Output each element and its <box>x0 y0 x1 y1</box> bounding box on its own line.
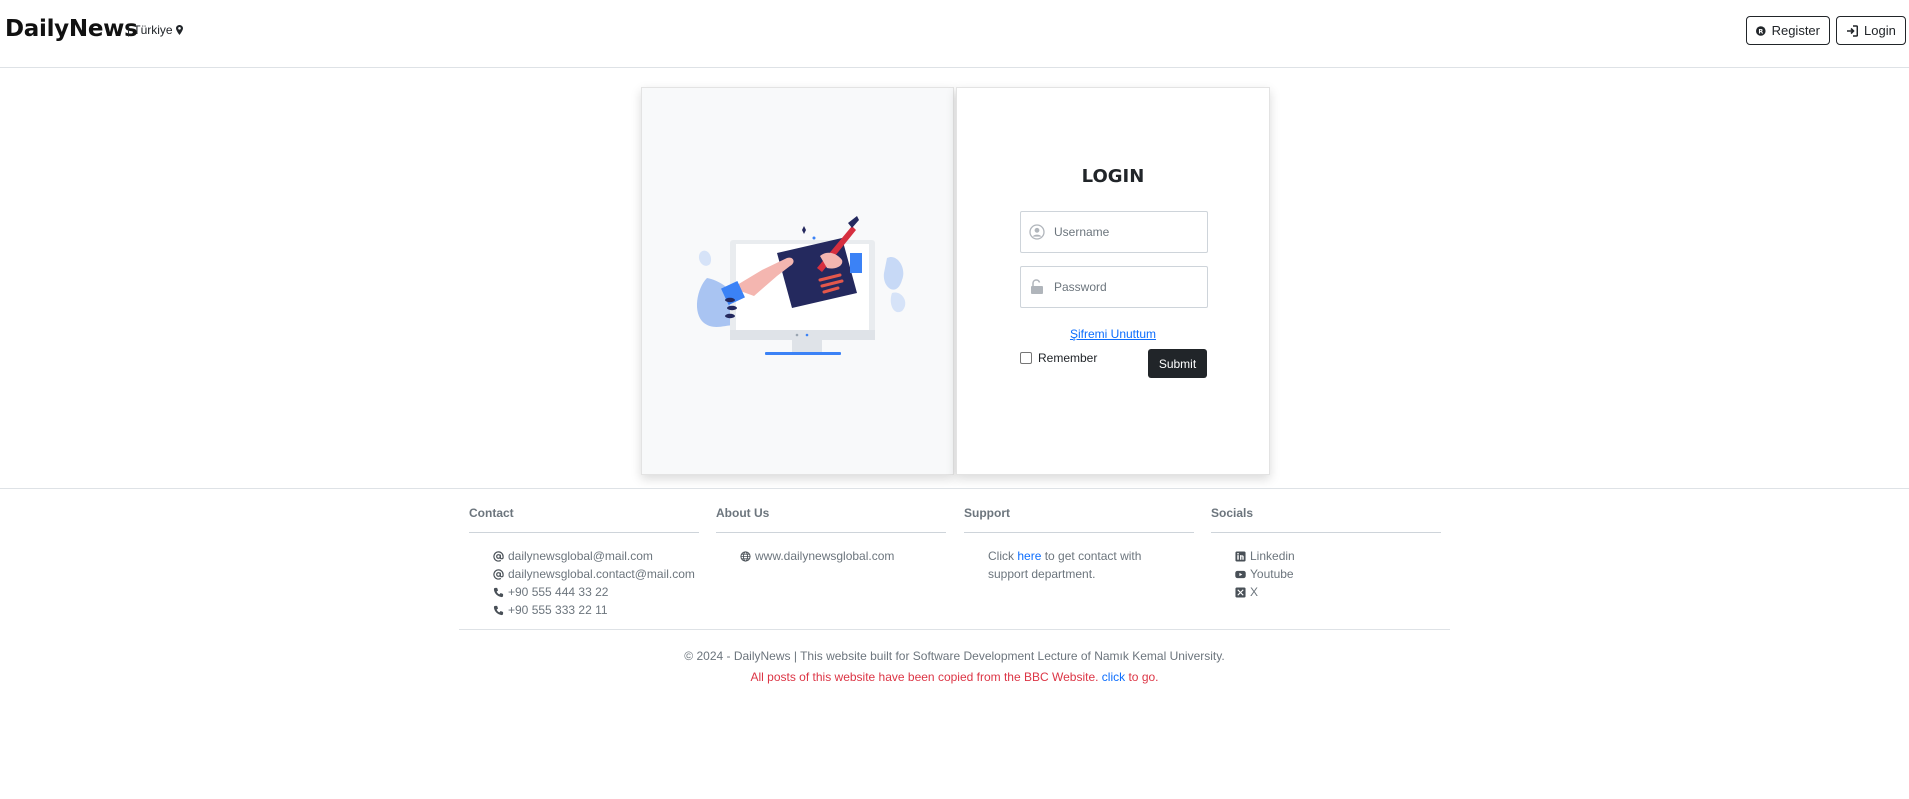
contact-email[interactable]: dailynewsglobal.contact@mail.com <box>508 565 695 583</box>
username-field[interactable] <box>1020 211 1208 253</box>
illustration-card <box>641 87 954 475</box>
social-youtube-item[interactable]: Youtube <box>1235 565 1441 583</box>
at-icon <box>493 550 504 562</box>
contact-email[interactable]: dailynewsglobal@mail.com <box>508 547 653 565</box>
about-heading: About Us <box>716 506 946 533</box>
footer-socials: Socials Linkedin Youtube X <box>1211 506 1441 601</box>
footer-contact: Contact dailynewsglobal@mail.com dailyne… <box>469 506 699 619</box>
phone-icon <box>493 605 504 615</box>
contact-phone[interactable]: +90 555 333 22 11 <box>508 601 608 619</box>
contact-phone-item: +90 555 333 22 11 <box>493 601 699 619</box>
footer-divider <box>459 629 1450 630</box>
register-button[interactable]: R Register <box>1746 16 1830 45</box>
youtube-icon <box>1235 570 1246 578</box>
remember-row: Remember <box>1020 351 1097 365</box>
top-navbar: DailyNews | Türkiye R Register Login <box>0 0 1909 68</box>
login-label: Login <box>1864 23 1896 38</box>
svg-text:R: R <box>1758 27 1763 35</box>
social-x-label: X <box>1250 585 1259 599</box>
remember-label: Remember <box>1038 351 1098 365</box>
login-illustration <box>696 216 906 355</box>
social-youtube-label: Youtube <box>1250 567 1294 581</box>
support-here-link[interactable]: here <box>1017 549 1041 563</box>
region-indicator: | Türkiye <box>127 23 183 37</box>
registered-icon: R <box>1756 25 1766 36</box>
about-website[interactable]: www.dailynewsglobal.com <box>755 547 894 565</box>
user-circle-icon <box>1029 224 1045 240</box>
contact-email-item: dailynewsglobal@mail.com <box>493 547 699 565</box>
phone-icon <box>493 587 504 597</box>
submit-button[interactable]: Submit <box>1148 349 1207 378</box>
sign-in-icon <box>1847 24 1858 37</box>
contact-phone-item: +90 555 444 33 22 <box>493 583 699 601</box>
password-input[interactable] <box>1054 280 1194 294</box>
remember-checkbox[interactable] <box>1020 352 1032 364</box>
region-label: | Türkiye <box>127 23 173 37</box>
map-pin-icon <box>175 25 183 35</box>
social-x-item[interactable]: X <box>1235 583 1441 601</box>
globe-icon <box>740 550 751 562</box>
copyright-text: © 2024 - DailyNews | This website built … <box>684 649 1225 663</box>
about-website-item: www.dailynewsglobal.com <box>740 547 946 565</box>
login-title: LOGIN <box>1081 166 1145 187</box>
forgot-password-link[interactable]: Şifremi Unuttum <box>957 327 1269 341</box>
support-heading: Support <box>964 506 1194 533</box>
disclaimer-after: to go. <box>1125 670 1159 684</box>
register-label: Register <box>1771 23 1820 38</box>
x-icon <box>1235 586 1246 598</box>
disclaimer-text: All posts of this website have been copi… <box>0 670 1909 684</box>
brand-logo[interactable]: DailyNews <box>5 16 138 42</box>
login-card: LOGIN Şifremi Unuttum Remember Submit <box>956 87 1270 475</box>
password-field[interactable] <box>1020 266 1208 308</box>
footer-support: Support Click here to get contact with s… <box>964 506 1194 583</box>
contact-email-item: dailynewsglobal.contact@mail.com <box>493 565 699 583</box>
username-input[interactable] <box>1054 225 1194 239</box>
linkedin-icon <box>1235 550 1246 562</box>
disclaimer-before: All posts of this website have been copi… <box>750 670 1102 684</box>
bbc-click-link[interactable]: click <box>1102 670 1125 684</box>
login-button[interactable]: Login <box>1836 16 1906 45</box>
at-icon <box>493 568 504 580</box>
social-linkedin-item[interactable]: Linkedin <box>1235 547 1441 565</box>
support-text-before: Click <box>988 549 1018 563</box>
footer-separator <box>0 488 1909 489</box>
social-linkedin-label: Linkedin <box>1250 549 1295 563</box>
support-text: Click here to get contact with support d… <box>964 547 1174 583</box>
contact-phone[interactable]: +90 555 444 33 22 <box>508 583 608 601</box>
unlock-icon <box>1031 279 1043 294</box>
contact-heading: Contact <box>469 506 699 533</box>
footer-about: About Us www.dailynewsglobal.com <box>716 506 946 565</box>
socials-heading: Socials <box>1211 506 1441 533</box>
